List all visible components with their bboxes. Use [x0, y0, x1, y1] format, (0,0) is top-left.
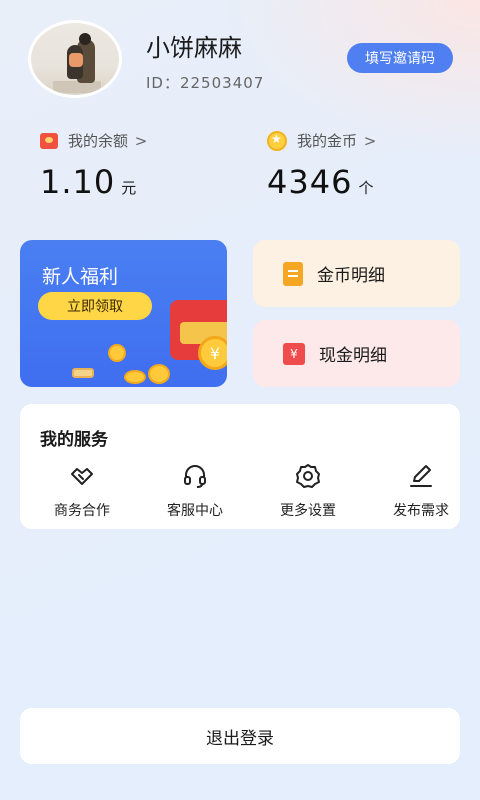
service-customer-center[interactable]: 客服中心: [150, 462, 240, 520]
document-icon: [283, 261, 303, 286]
coin-icon: [108, 344, 126, 362]
coins-label: 我的金币 >: [297, 132, 377, 150]
service-more-settings[interactable]: 更多设置: [263, 462, 353, 520]
balance-unit: 元: [121, 179, 137, 197]
coin-icon: [124, 370, 146, 384]
claim-now-button[interactable]: 立即领取: [38, 292, 152, 320]
red-packet-icon: [40, 132, 58, 149]
gold-coin-icon: [267, 130, 287, 151]
gear-icon: [296, 464, 320, 488]
logout-button[interactable]: 退出登录: [20, 708, 460, 764]
coins-block[interactable]: 我的金币 > 4346 个: [267, 130, 376, 201]
invite-code-button[interactable]: 填写邀请码: [347, 43, 453, 73]
nickname: 小饼麻麻: [146, 34, 242, 62]
avatar-photo-base: [53, 81, 101, 93]
service-label: 商务合作: [54, 503, 110, 519]
services-title: 我的服务: [40, 430, 108, 450]
service-post-request[interactable]: 发布需求: [376, 462, 466, 520]
service-business-cooperation[interactable]: 商务合作: [37, 462, 127, 520]
cash-detail-label: 现金明细: [319, 346, 387, 366]
avatar-photo-head: [79, 33, 91, 45]
welfare-title: 新人福利: [42, 266, 119, 288]
service-label: 客服中心: [167, 503, 223, 519]
coin-icon: [148, 364, 170, 384]
cash-detail-card[interactable]: ¥ 现金明细: [253, 320, 460, 387]
cash-icon: ¥: [283, 338, 309, 365]
gold-bar-icon: [72, 368, 94, 378]
balance-value: 1.10: [40, 163, 116, 201]
coin-detail-label: 金币明细: [317, 266, 385, 286]
new-user-welfare-card[interactable]: 新人福利 立即领取 ¥: [20, 240, 227, 387]
avatar[interactable]: [28, 20, 122, 98]
handshake-icon: [71, 468, 93, 485]
balance-block[interactable]: 我的余额 > 1.10 元: [40, 130, 147, 201]
coins-value: 4346: [267, 163, 353, 201]
coin-detail-card[interactable]: 金币明细: [253, 240, 460, 307]
balance-label: 我的余额 >: [68, 132, 148, 150]
service-label: 更多设置: [280, 503, 336, 519]
yuan-coin-icon: ¥: [198, 336, 227, 370]
my-services-panel: 我的服务 商务合作 客服中心 更多设置 发布需求: [20, 404, 460, 529]
coins-unit: 个: [358, 179, 374, 197]
user-id: ID：22503407: [146, 74, 265, 92]
service-label: 发布需求: [393, 503, 449, 519]
avatar-photo-shirt: [69, 53, 83, 67]
pencil-icon: [410, 465, 432, 487]
headset-icon: [184, 465, 206, 488]
